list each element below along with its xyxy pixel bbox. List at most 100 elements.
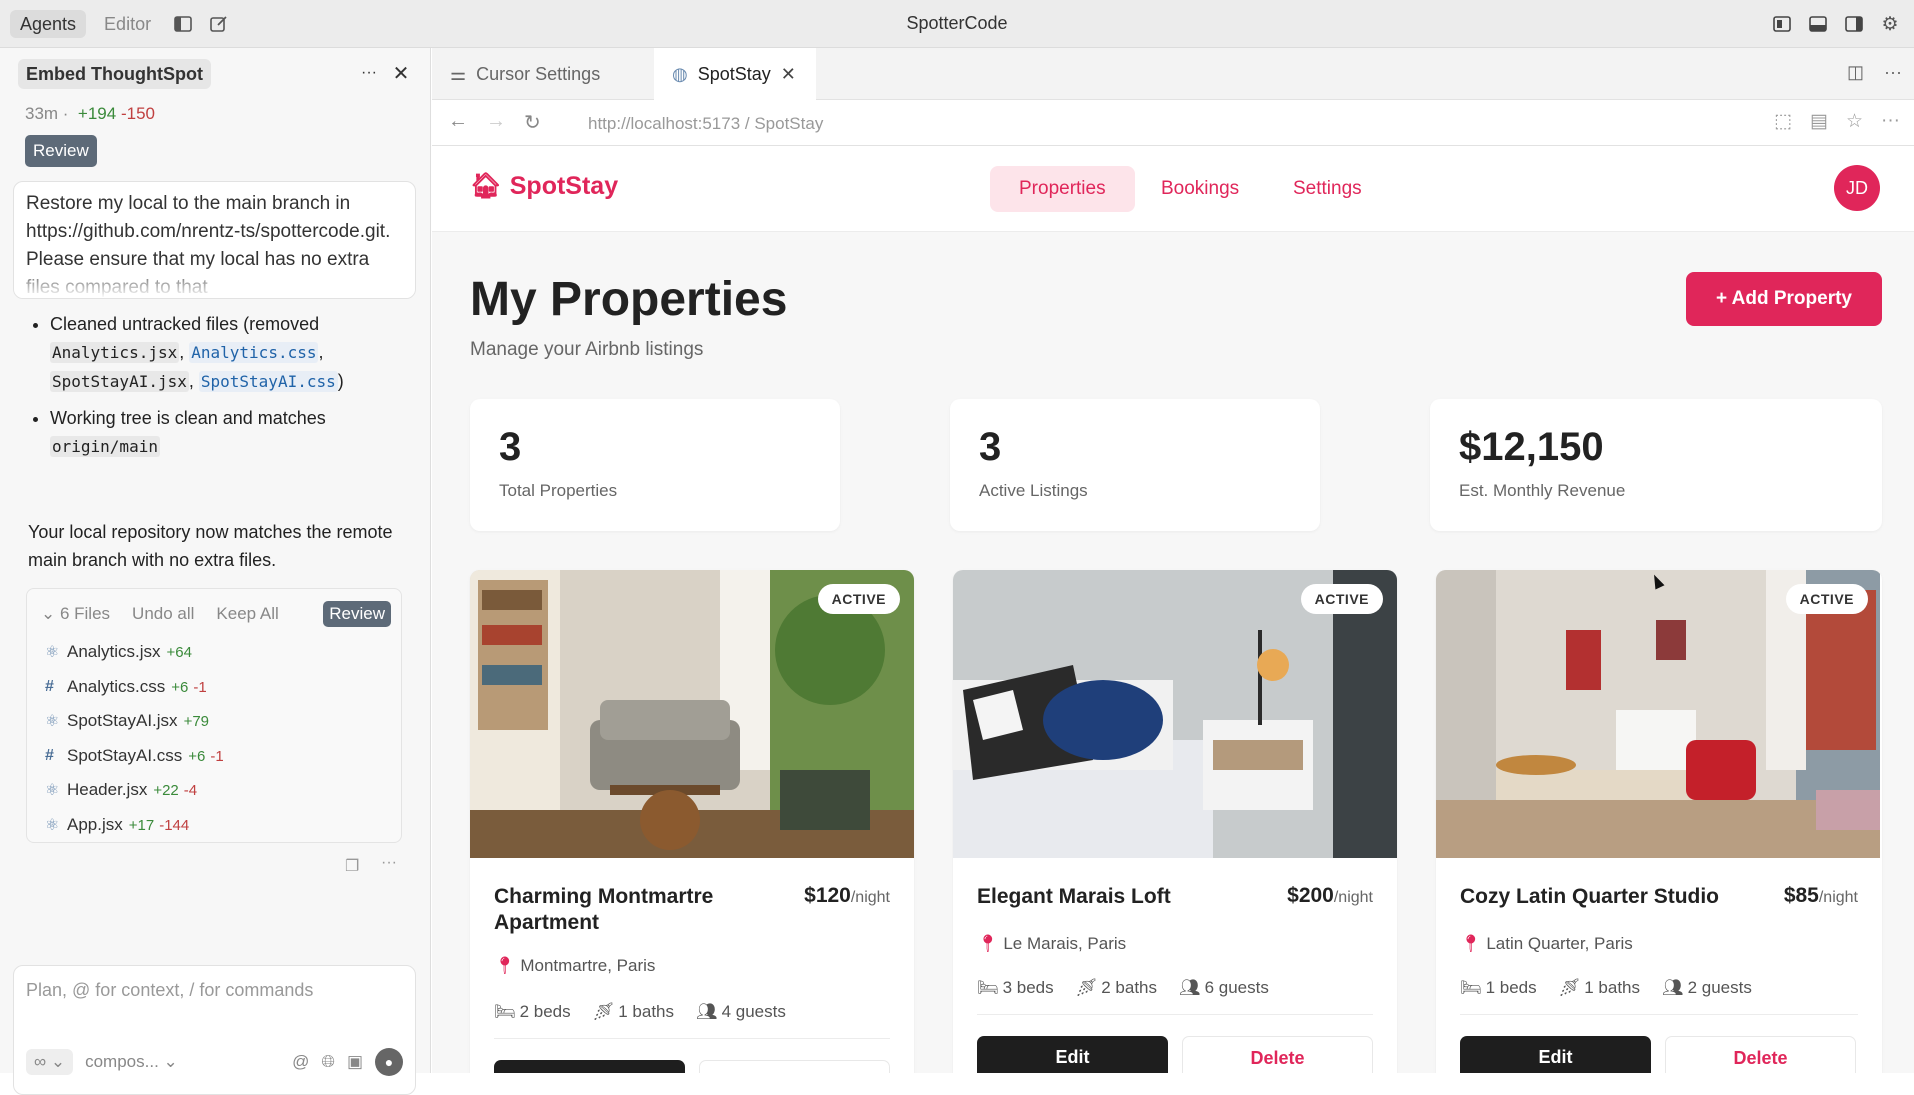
layout-left-icon[interactable] (1768, 10, 1796, 38)
image-icon[interactable]: ▣ (347, 1052, 363, 1072)
url-field[interactable]: http://localhost:5173 / SpotStay (588, 114, 823, 134)
editor-tabs: ⚌ Cursor Settings ◍ SpotStay ✕ ◫ ··· (432, 48, 1914, 100)
price-unit: /night (1333, 889, 1373, 906)
add-property-button[interactable]: + Add Property (1686, 272, 1882, 326)
file-name: Header.jsx (67, 780, 148, 799)
property-price: $200/night (1287, 884, 1373, 908)
more-options-icon[interactable]: ··· (356, 60, 382, 86)
nav-properties[interactable]: Properties (990, 166, 1135, 212)
beds-text: 1 beds (1485, 978, 1537, 997)
edit-button[interactable]: Edit (1460, 1036, 1651, 1073)
console-icon[interactable]: ▤ (1810, 110, 1828, 133)
globe-icon[interactable]: 🌐︎ (321, 1052, 335, 1072)
keep-all-button[interactable]: Keep All (216, 604, 278, 624)
sliders-icon: ⚌ (450, 63, 467, 84)
list-item: Cleaned untracked files (removed Analyti… (50, 310, 408, 396)
undo-all-button[interactable]: Undo all (132, 604, 194, 624)
price-unit: /night (850, 889, 890, 906)
file-row[interactable]: ⚛ SpotStayAI.jsx +79 (45, 708, 209, 734)
chat-input-placeholder[interactable]: Plan, @ for context, / for commands (26, 980, 313, 1001)
close-tab-icon[interactable]: ✕ (781, 64, 796, 85)
edit-button[interactable]: Edit (494, 1060, 685, 1073)
stat-value: 3 (979, 425, 1002, 469)
star-icon[interactable]: ☆ (1846, 110, 1863, 133)
location-text: Latin Quarter, Paris (1486, 934, 1633, 953)
infinity-mode-icon[interactable]: ∞ ⌄ (26, 1049, 74, 1075)
react-icon: ⚛ (45, 713, 60, 730)
bullet-text: Working tree is clean and matches (50, 408, 326, 428)
property-card[interactable]: ACTIVE Charming Montmartre Apartment $12… (470, 570, 914, 1073)
lines-added: +194 (77, 104, 117, 123)
bed-icon: 🛏︎ (494, 1002, 516, 1021)
nav-bookings[interactable]: Bookings (1132, 166, 1268, 212)
beds-info: 🛏︎ 2 beds (494, 1002, 571, 1022)
model-label: compos... (85, 1052, 159, 1071)
location-text: Le Marais, Paris (1003, 934, 1127, 953)
file-row[interactable]: ⚛ Analytics.jsx +64 (45, 639, 192, 665)
changed-files-panel: ⌄ 6 Files Undo all Keep All Review ⚛ Anal… (26, 588, 402, 843)
bed-icon: 🛏︎ (1460, 978, 1482, 997)
model-selector[interactable]: compos... ⌄ (85, 1052, 178, 1072)
guests-info: 👥︎ 2 guests (1662, 978, 1752, 998)
tab-label: SpotStay (697, 63, 771, 84)
site-header: 🏠︎ SpotStay Properties Bookings Settings… (432, 146, 1914, 232)
tab-cursor-settings[interactable]: ⚌ Cursor Settings (432, 48, 652, 100)
tab-spotstay[interactable]: ◍ SpotStay ✕ (654, 48, 816, 100)
files-review-button[interactable]: Review (323, 601, 391, 627)
code-branch: origin/main (50, 436, 160, 457)
property-location: 📍︎ Le Marais, Paris (977, 934, 1126, 954)
property-price: $85/night (1784, 884, 1858, 908)
agent-panel: Embed ThoughtSpot ··· ✕ 33m · +194 -150 … (0, 48, 431, 1095)
status-badge: ACTIVE (1300, 584, 1383, 614)
property-card[interactable]: ACTIVE Elegant Marais Loft $200/night 📍︎… (953, 570, 1397, 1073)
review-button[interactable]: Review (25, 135, 97, 167)
edit-button[interactable]: Edit (977, 1036, 1168, 1073)
price-unit: /night (1818, 889, 1858, 906)
user-prompt[interactable]: Restore my local to the main branch in h… (13, 181, 416, 299)
pin-icon: 📍︎ (977, 934, 999, 953)
close-icon[interactable]: ✕ (388, 60, 414, 86)
split-editor-icon[interactable]: ◫ (1847, 62, 1864, 83)
nav-settings[interactable]: Settings (1264, 166, 1391, 212)
layout-bottom-icon[interactable] (1804, 10, 1832, 38)
file-row[interactable]: ⚛ Header.jsx +22 -4 (45, 777, 197, 803)
stat-label: Est. Monthly Revenue (1459, 481, 1626, 500)
microphone-icon[interactable]: ● (375, 1048, 403, 1076)
change-stats: 33m · +194 -150 (25, 104, 155, 123)
settings-gear-icon[interactable]: ⚙ (1876, 10, 1904, 38)
file-name: App.jsx (67, 815, 123, 834)
mention-icon[interactable]: @ (292, 1052, 309, 1072)
back-arrow-icon[interactable]: ← (448, 110, 468, 135)
tabs-more-icon[interactable]: ··· (1884, 62, 1902, 83)
browser-more-icon[interactable]: ··· (1881, 110, 1900, 133)
property-amenities: 🛏︎ 3 beds 🚿︎ 2 baths 👥︎ 6 guests (977, 978, 1269, 998)
reload-icon[interactable]: ↻ (524, 110, 541, 135)
file-removed: -1 (193, 678, 207, 696)
forward-arrow-icon[interactable]: → (486, 110, 506, 135)
agent-summary: Your local repository now matches the re… (28, 522, 393, 570)
bullet-text: Cleaned untracked files (removed (50, 314, 320, 334)
copy-icon[interactable]: ❐ (345, 856, 359, 876)
delete-button[interactable]: Delete (1182, 1036, 1373, 1073)
message-more-icon[interactable]: ··· (381, 854, 397, 872)
hash-icon: # (45, 747, 54, 764)
property-card[interactable]: ACTIVE Cozy Latin Quarter Studio $85/nig… (1436, 570, 1882, 1073)
file-row[interactable]: # Analytics.css +6 -1 (45, 674, 207, 700)
brand-logo[interactable]: 🏠︎ SpotStay (470, 172, 618, 201)
agent-chat-title[interactable]: Embed ThoughtSpot (18, 59, 211, 89)
layout-right-icon[interactable] (1840, 10, 1868, 38)
delete-button[interactable]: Delete (699, 1060, 890, 1073)
file-row[interactable]: ⚛ App.jsx +17 -144 (45, 812, 189, 838)
property-amenities: 🛏︎ 2 beds 🚿︎ 1 baths 👥︎ 4 guests (494, 1002, 786, 1022)
chat-input-box[interactable]: Plan, @ for context, / for commands ∞ ⌄ … (13, 965, 416, 1095)
inspect-icon[interactable]: ⬚ (1774, 110, 1792, 133)
app-title: SpotterCode (906, 13, 1008, 33)
guests-icon: 👥︎ (696, 1002, 718, 1021)
guests-info: 👥︎ 6 guests (1179, 978, 1269, 998)
delete-button[interactable]: Delete (1665, 1036, 1856, 1073)
file-row[interactable]: # SpotStayAI.css +6 -1 (45, 743, 224, 769)
pin-icon: 📍︎ (494, 956, 516, 975)
files-count-toggle[interactable]: ⌄ 6 Files (41, 604, 110, 624)
tab-label: Cursor Settings (476, 63, 601, 84)
avatar[interactable]: JD (1834, 165, 1880, 211)
